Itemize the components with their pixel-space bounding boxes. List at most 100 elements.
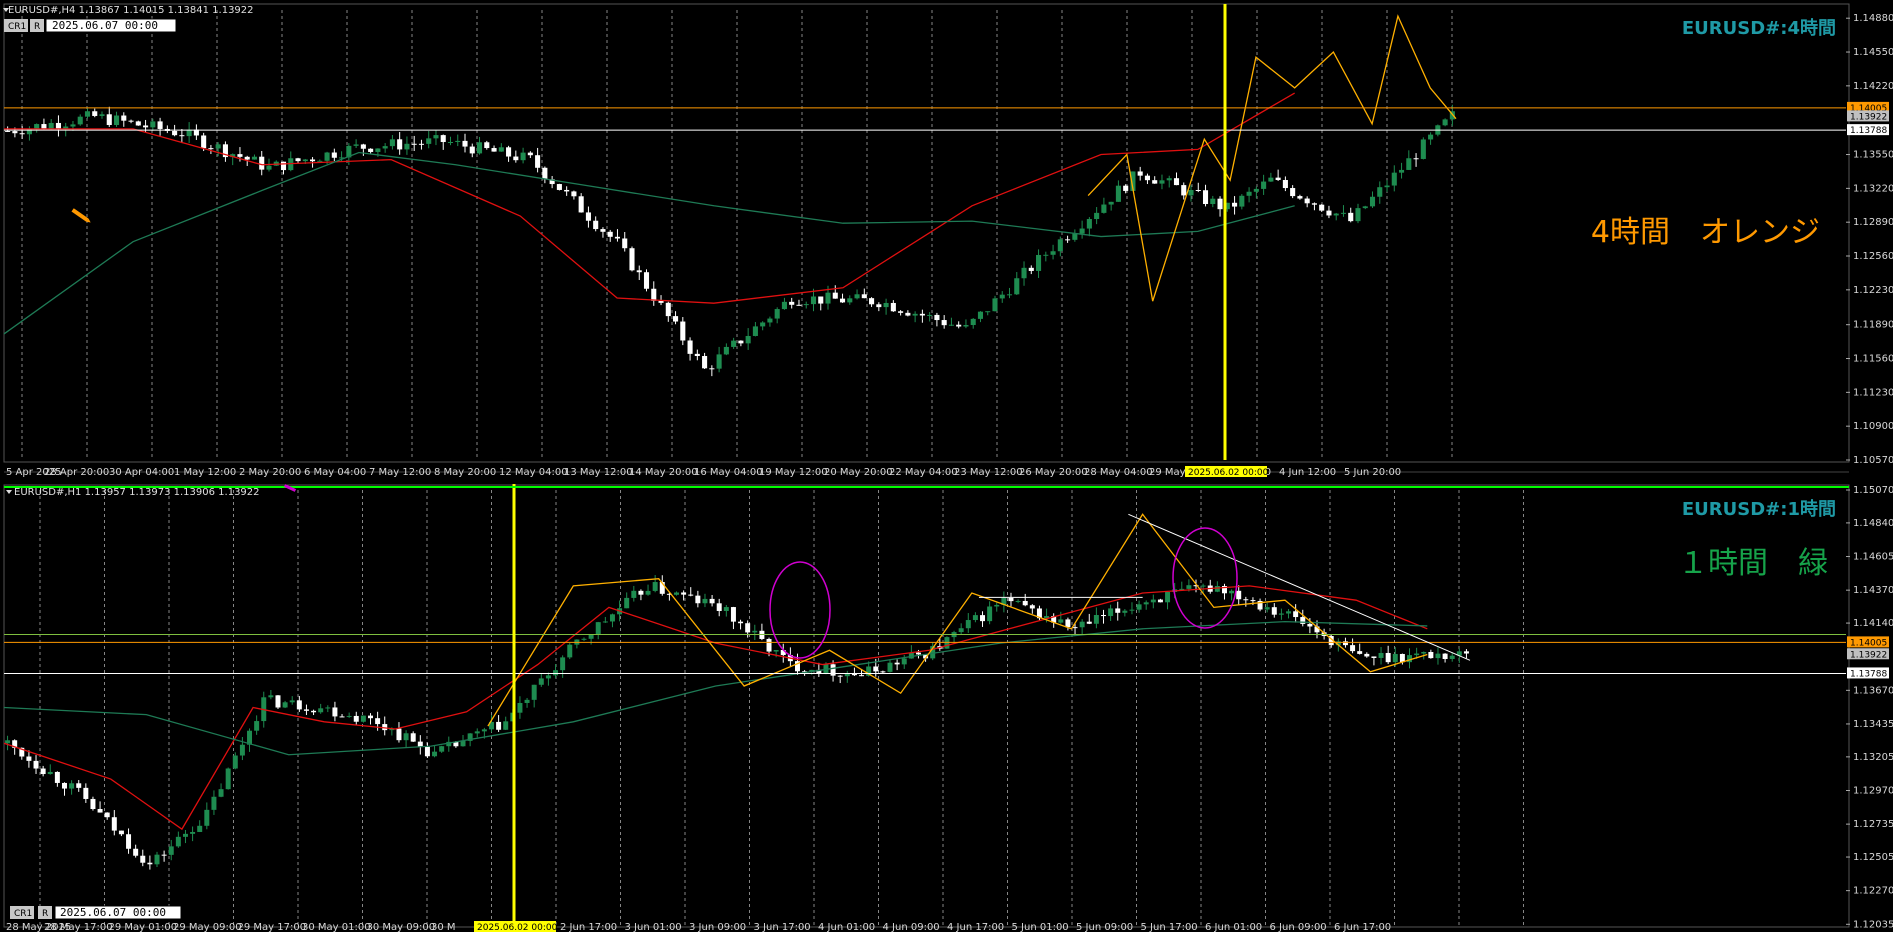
candle-body	[1264, 607, 1270, 610]
candle-body	[1137, 171, 1143, 176]
candle-body	[244, 156, 250, 160]
candle-body	[994, 604, 1000, 607]
h1-title: EURUSD#:1時間	[1682, 499, 1836, 520]
candle-body	[397, 139, 403, 150]
x-tick-label: 4 Jun 12:00	[1279, 467, 1336, 478]
y-tick-label: 1.13435	[1853, 719, 1893, 730]
candle-body	[830, 664, 836, 676]
candle-body	[1079, 228, 1085, 234]
y-tick-label: 1.14550	[1853, 47, 1893, 58]
candle-body	[1043, 254, 1049, 256]
h1-r-button[interactable]: R	[38, 906, 52, 919]
candle-body	[948, 324, 954, 326]
candle-body	[133, 848, 139, 856]
candle-body	[1036, 254, 1042, 271]
x-tick-label: 28 May 17:00	[44, 922, 113, 932]
candle-body	[84, 111, 91, 117]
y-tick-label: 1.11230	[1853, 387, 1893, 398]
h1-collapse-icon[interactable]	[6, 490, 12, 494]
candle-body	[1214, 585, 1220, 592]
candle-body	[1008, 597, 1014, 602]
candle-body	[1028, 267, 1034, 271]
svg-text:2025.06.07 00:00: 2025.06.07 00:00	[60, 906, 166, 919]
candle-body	[1058, 619, 1064, 623]
y-tick-label: 1.14880	[1853, 13, 1893, 24]
price-label-text: 1.13922	[1850, 650, 1887, 660]
candle-body	[1200, 585, 1206, 587]
candle-body	[738, 340, 744, 344]
candle-body	[513, 156, 519, 161]
candle-body	[1428, 134, 1434, 140]
magenta-circle	[1172, 527, 1238, 629]
candle-body	[985, 311, 991, 313]
candle-body	[34, 124, 40, 129]
candle-body	[839, 298, 846, 303]
candle-body	[275, 695, 281, 708]
candle-body	[912, 313, 918, 316]
y-tick-label: 1.11560	[1853, 354, 1893, 365]
h4-cr1-button[interactable]: CR1	[4, 19, 28, 32]
h1-header: EURUSD#,H1 1.13957 1.13973 1.13906 1.139…	[14, 487, 260, 498]
candle-body	[1442, 653, 1448, 659]
candle-body	[1275, 177, 1281, 181]
h4-r-button[interactable]: R	[30, 19, 44, 32]
candle-body	[709, 598, 715, 604]
candle-body	[958, 628, 964, 633]
candle-body	[673, 316, 679, 322]
candle-body	[716, 354, 722, 369]
y-tick-label: 1.14140	[1853, 618, 1893, 629]
candle-body	[571, 191, 577, 197]
candle-body	[1290, 188, 1296, 197]
candle-body	[1065, 619, 1071, 628]
candle-body	[1271, 607, 1277, 615]
candle-body	[1079, 621, 1085, 628]
candle-body	[282, 702, 288, 708]
candle-body	[1173, 178, 1180, 186]
candle-body	[503, 721, 509, 730]
candle-body	[1340, 212, 1347, 214]
candle-body	[1108, 608, 1114, 617]
x-tick-label: 30 Apr 04:00	[109, 467, 174, 478]
x-tick-label: 30 May 09:00	[367, 922, 436, 932]
candle-body	[730, 607, 736, 622]
candle-body	[424, 746, 430, 757]
y-tick-label: 1.14370	[1853, 585, 1893, 596]
candle-body	[1217, 198, 1223, 210]
candle-body	[1015, 600, 1021, 602]
candle-body	[638, 590, 644, 595]
candle-body	[709, 368, 715, 370]
h1-marker-label: 2025.06.02 00:00	[474, 921, 558, 932]
h4-panel-frame	[3, 3, 1850, 463]
candle-body	[121, 115, 127, 121]
h4-title: EURUSD#:4時間	[1682, 18, 1836, 39]
candle-body	[368, 148, 374, 152]
candle-body	[1246, 191, 1252, 196]
candle-body	[1108, 201, 1114, 205]
candle-body	[104, 812, 110, 818]
candle-body	[1442, 119, 1448, 126]
candle-body	[738, 621, 744, 624]
candle-body	[1278, 613, 1284, 615]
candle-body	[1101, 204, 1107, 213]
candle-body	[211, 796, 217, 810]
candle-body	[404, 143, 410, 150]
candle-body	[476, 142, 483, 154]
candle-body	[869, 298, 875, 305]
candle-body	[1413, 158, 1419, 160]
pencil-tool-icon[interactable]	[71, 208, 91, 224]
candle-body	[545, 675, 551, 679]
x-tick-label: 7 May 12:00	[369, 467, 431, 478]
candle-body	[789, 301, 795, 305]
x-tick-label: 28 May 04:00	[1084, 467, 1153, 478]
x-tick-label: 30 M	[431, 922, 456, 932]
zigzag-line	[1087, 14, 1457, 302]
candle-body	[418, 143, 424, 145]
h1-candles	[5, 575, 1469, 870]
h1-cr1-button[interactable]: CR1	[10, 906, 34, 919]
candle-body	[113, 115, 120, 126]
candle-body	[460, 740, 466, 747]
x-tick-label: 23 May 12:00	[954, 467, 1023, 478]
candle-body	[1144, 175, 1150, 181]
candle-body	[1086, 621, 1092, 624]
candle-body	[506, 147, 512, 157]
